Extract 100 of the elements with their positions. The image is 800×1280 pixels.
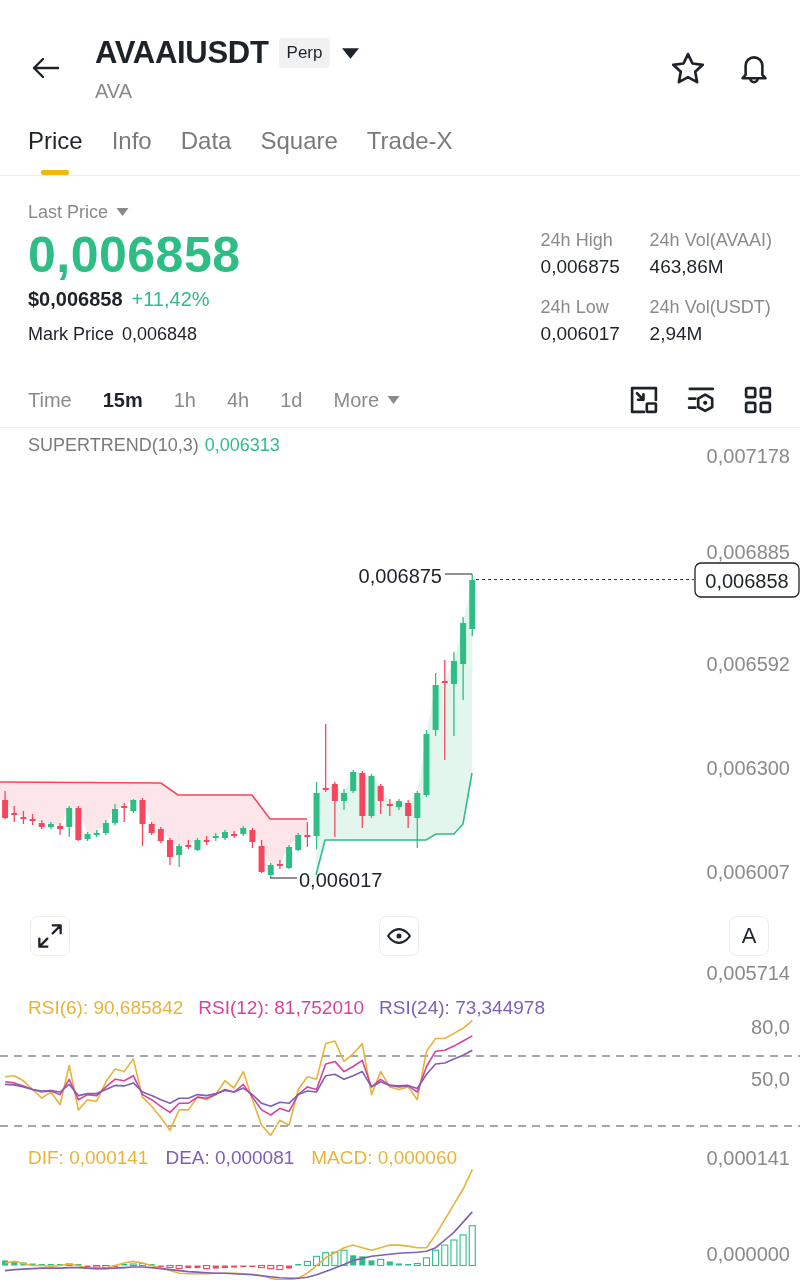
rsi-legend-label: RSI(6): 90,685842 — [28, 997, 184, 1019]
candle — [130, 798, 137, 814]
tab[interactable]: Data — [180, 125, 232, 175]
price-axis-label: 0,005714 — [706, 962, 790, 984]
tab[interactable]: Trade-X — [366, 125, 453, 175]
macd-legend-label: MACD: 0,000060 — [311, 1147, 458, 1169]
price-axis-label: 0,006007 — [706, 861, 790, 883]
candle — [20, 810, 27, 825]
candle — [47, 821, 54, 830]
expand-icon — [38, 924, 62, 948]
star-icon[interactable] — [672, 52, 704, 84]
list-hexagon-icon[interactable] — [687, 386, 715, 414]
candle — [423, 729, 430, 798]
rsi-axis-label: 80,0 — [751, 1016, 790, 1038]
candle — [249, 827, 256, 849]
interval-tab[interactable]: 1d — [280, 387, 303, 413]
candle — [121, 802, 128, 823]
candle — [322, 723, 329, 793]
rsi-axis-label: 50,0 — [751, 1068, 790, 1090]
tab[interactable]: Price — [28, 125, 83, 175]
interval-tab[interactable]: 15m — [102, 387, 143, 413]
candle — [469, 573, 476, 637]
interval-tab[interactable]: Time — [28, 387, 72, 413]
interval-tab[interactable]: 1h — [173, 387, 196, 413]
histogram-bar — [2, 1260, 9, 1266]
candle — [203, 835, 210, 846]
tab[interactable]: Info — [111, 125, 152, 175]
candle — [84, 831, 91, 842]
candle — [240, 825, 247, 837]
candle — [139, 797, 146, 847]
visibility-button[interactable] — [379, 916, 419, 956]
candle — [176, 843, 183, 868]
candle — [194, 837, 201, 852]
candle — [377, 783, 384, 815]
candle — [75, 805, 82, 842]
stat-label: 24h High — [540, 229, 614, 252]
candle — [66, 805, 73, 838]
expand-button[interactable] — [30, 916, 70, 956]
interval-tab[interactable]: 4h — [227, 387, 250, 413]
histogram-bar — [286, 1265, 293, 1269]
mark-price-label: Mark Price — [28, 323, 114, 346]
indicator-value: 0,006313 — [204, 434, 280, 456]
candle — [11, 805, 18, 823]
price-axis-label: 0,006300 — [706, 757, 790, 779]
candle — [258, 839, 265, 874]
histogram-bar — [350, 1255, 357, 1266]
rsi-legend-label: RSI(12): 81,752010 — [198, 997, 365, 1019]
candle — [157, 826, 164, 844]
histogram-bar — [368, 1260, 375, 1266]
price-axis-label: 0,006885 — [706, 541, 790, 563]
candle — [386, 798, 393, 817]
price-type-label: Last Price — [28, 201, 109, 223]
candle — [313, 781, 320, 850]
candle — [295, 832, 302, 852]
stat-value: 463,86M — [649, 255, 725, 279]
histogram-bar — [185, 1265, 192, 1269]
caret-icon[interactable] — [342, 47, 360, 59]
leader-line — [444, 573, 473, 575]
candle — [112, 803, 118, 826]
candle — [396, 798, 402, 811]
candle — [231, 830, 238, 839]
candle — [350, 769, 357, 794]
mark-price-value: 0,006848 — [122, 323, 198, 346]
more-dropdown[interactable]: More — [333, 387, 401, 413]
price-axis-label: 0,007178 — [706, 445, 790, 467]
leader-line — [269, 877, 298, 879]
low-price-label: 0,006017 — [299, 869, 383, 891]
candle — [368, 773, 375, 819]
last-price-tag[interactable]: 0,006858 — [694, 562, 800, 598]
candle — [102, 819, 109, 836]
candle — [286, 844, 293, 870]
candle — [2, 790, 9, 820]
auto-scale-button[interactable]: A — [729, 916, 769, 956]
candle — [432, 672, 439, 737]
symbol-title: AVAAIUSDT — [95, 34, 269, 72]
stat-value: 2,94M — [649, 322, 704, 346]
candle — [341, 788, 347, 811]
histogram-bar — [359, 1256, 366, 1266]
contract-badge: Perp — [278, 38, 331, 68]
histogram-bar — [231, 1265, 238, 1268]
candle — [359, 770, 366, 829]
macd-axis-label: 0,000141 — [706, 1147, 790, 1169]
candle — [93, 829, 100, 838]
base-asset-label: AVA — [95, 79, 134, 103]
price-change-value: +11,42% — [131, 287, 210, 312]
candle — [304, 821, 311, 848]
price-axis-label: 0,006592 — [706, 653, 790, 675]
stat-value: 0,006017 — [540, 322, 621, 346]
box-arrow-icon[interactable] — [630, 386, 658, 414]
histogram-bar — [20, 1262, 27, 1266]
high-price-label: 0,006875 — [358, 565, 442, 587]
grid-icon[interactable] — [744, 386, 772, 414]
indicator-label: SUPERTREND(10,3) — [28, 434, 199, 456]
stat-value: 0,006875 — [540, 255, 621, 279]
histogram-bar — [29, 1263, 36, 1266]
candle — [405, 799, 412, 829]
macd-legend-label: DIF: 0,000141 — [28, 1147, 149, 1169]
histogram-bar — [194, 1265, 201, 1269]
histogram-bar — [221, 1265, 228, 1269]
tab[interactable]: Square — [260, 125, 338, 175]
